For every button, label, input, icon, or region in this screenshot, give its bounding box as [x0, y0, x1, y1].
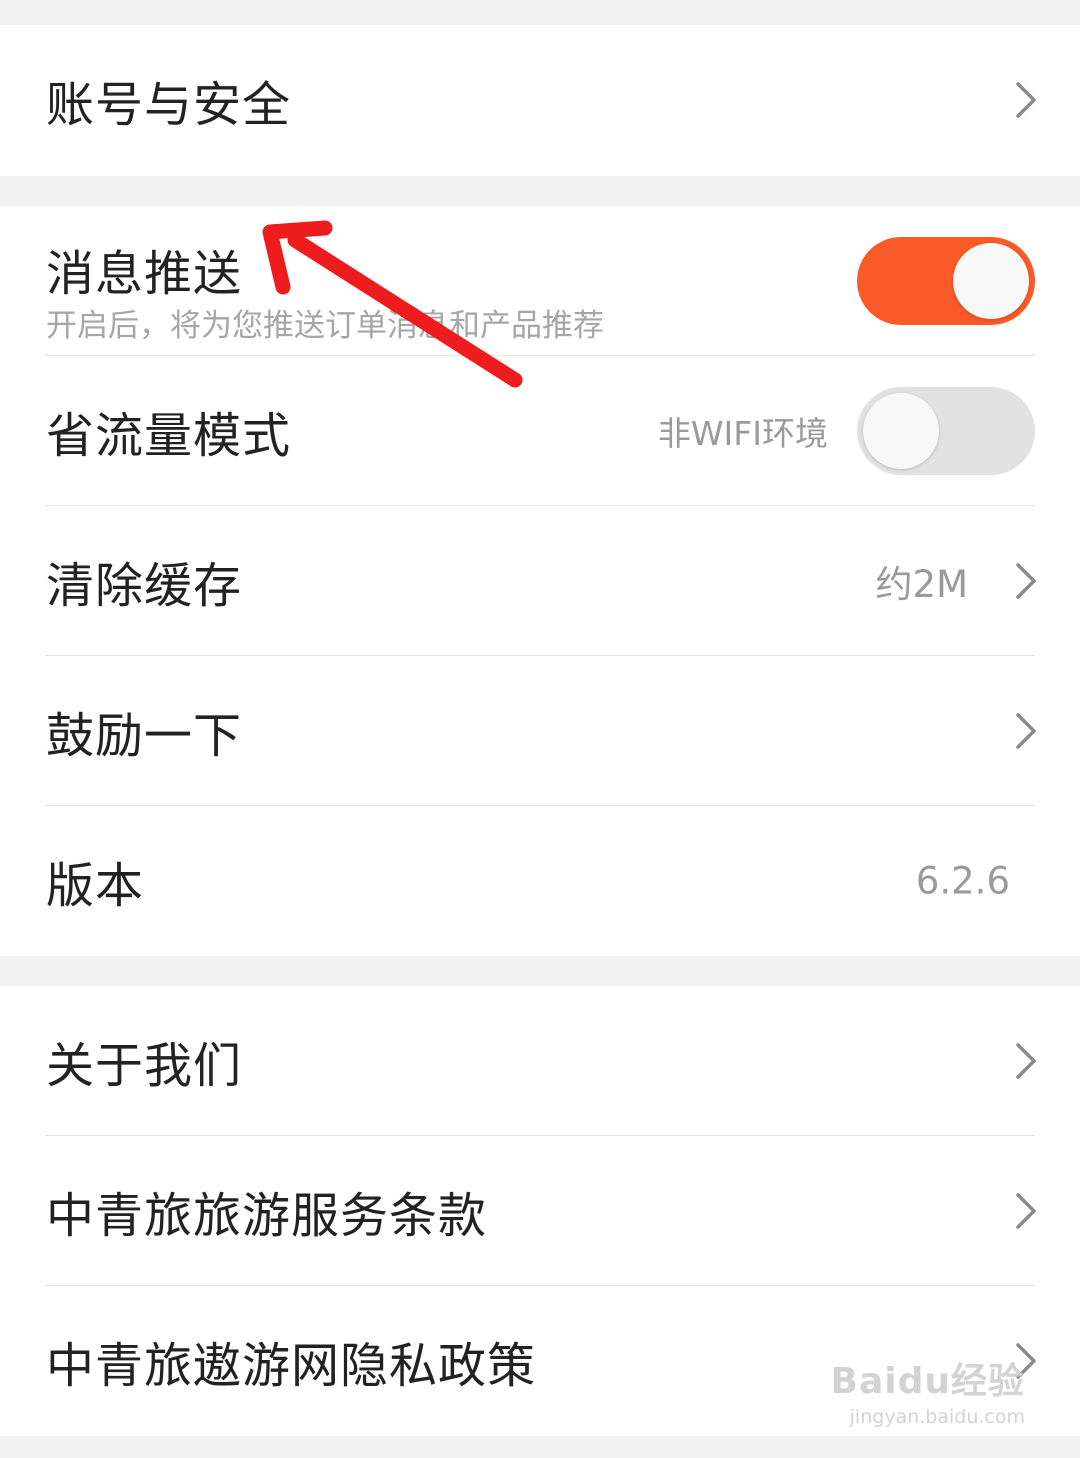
toggle-knob — [953, 243, 1029, 319]
data-saver-label: 省流量模式 — [46, 408, 292, 464]
chevron-right-icon — [1016, 713, 1036, 749]
cache-size-value: 约2M — [875, 563, 968, 606]
settings-screen: { "theme": { "accent": "#fa5a28", "toggl… — [0, 0, 1080, 1458]
account-security-row[interactable]: 账号与安全 — [0, 25, 1080, 175]
about-us-row[interactable]: 关于我们 — [0, 986, 1080, 1136]
data-saver-condition: 非WIFI环境 — [657, 414, 828, 453]
version-value: 6.2.6 — [915, 859, 1010, 903]
encourage-row[interactable]: 鼓励一下 — [0, 656, 1080, 806]
encourage-label: 鼓励一下 — [46, 708, 243, 764]
version-row: 版本 6.2.6 — [0, 806, 1080, 956]
push-notification-row: 消息推送 开启后，将为您推送订单消息和产品推荐 — [0, 206, 1080, 356]
toggle-knob — [863, 393, 939, 469]
service-terms-label: 中青旅旅游服务条款 — [46, 1188, 488, 1244]
chevron-right-icon — [1016, 1043, 1036, 1079]
privacy-policy-label: 中青旅遨游网隐私政策 — [46, 1338, 537, 1394]
watermark-url: jingyan.baidu.com — [849, 1406, 1025, 1428]
chevron-right-icon — [1016, 82, 1036, 118]
push-notification-description: 开启后，将为您推送订单消息和产品推荐 — [46, 308, 604, 344]
watermark-logo: Baidu经验 — [830, 1361, 1025, 1402]
clear-cache-row[interactable]: 清除缓存 约2M — [0, 506, 1080, 656]
chevron-right-icon — [1016, 563, 1036, 599]
about-us-label: 关于我们 — [46, 1038, 243, 1094]
clear-cache-label: 清除缓存 — [46, 558, 243, 614]
push-notification-toggle[interactable] — [857, 237, 1035, 325]
account-group: 账号与安全 — [0, 25, 1080, 176]
general-group: 消息推送 开启后，将为您推送订单消息和产品推荐 省流量模式 非WIFI环境 清除… — [0, 206, 1080, 956]
version-label: 版本 — [46, 858, 145, 914]
data-saver-row: 省流量模式 非WIFI环境 — [0, 356, 1080, 506]
service-terms-row[interactable]: 中青旅旅游服务条款 — [0, 1136, 1080, 1286]
data-saver-toggle[interactable] — [857, 387, 1035, 475]
push-notification-label: 消息推送 — [46, 246, 243, 302]
baidu-jingyan-watermark: Baidu经验 jingyan.baidu.com — [831, 1352, 1025, 1428]
account-security-label: 账号与安全 — [46, 77, 292, 133]
chevron-right-icon — [1016, 1193, 1036, 1229]
